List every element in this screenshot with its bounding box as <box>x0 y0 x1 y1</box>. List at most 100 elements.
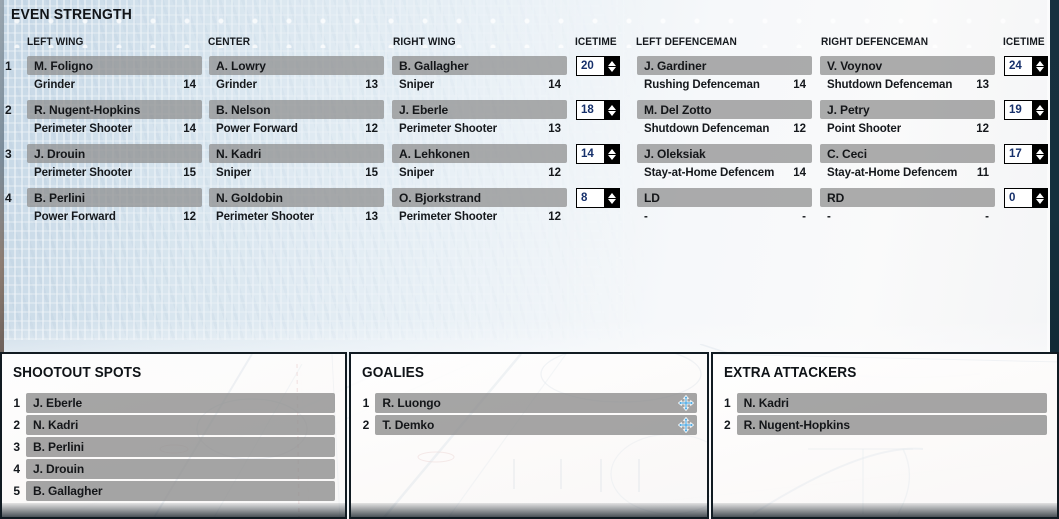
list-item-bar[interactable]: J. Eberle <box>26 393 336 413</box>
slot-right-defenceman-detail: Shutdown Defenceman 13 <box>820 77 995 93</box>
move-icon-svg <box>677 416 694 434</box>
chevron-down-icon[interactable] <box>607 198 616 204</box>
icetime-value[interactable]: 20 <box>577 57 604 75</box>
player-name: C. Ceci <box>827 146 867 161</box>
chevron-down-icon[interactable] <box>607 154 616 160</box>
slot-right-wing[interactable]: O. Bjorkstrand <box>392 188 567 207</box>
icetime-stepper-defence[interactable]: 17 <box>1004 144 1048 164</box>
extra-attackers-list: 1 N. Kadri 2 R. Nugent-Hopkins <box>713 392 1057 436</box>
chevron-up-icon[interactable] <box>1035 192 1044 198</box>
icetime-value[interactable]: 24 <box>1005 57 1032 75</box>
slot-left-wing[interactable]: R. Nugent-Hopkins <box>27 100 202 119</box>
slot-right-defenceman[interactable]: C. Ceci <box>820 144 995 163</box>
list-item-bar[interactable]: N. Kadri <box>736 393 1047 413</box>
slot-center[interactable]: N. Kadri <box>209 144 384 163</box>
list-item[interactable]: 2 R. Nugent-Hopkins <box>713 414 1057 436</box>
stepper-buttons[interactable] <box>604 189 619 207</box>
slot-left-defenceman[interactable]: J. Oleksiak <box>637 144 812 163</box>
chevron-down-icon[interactable] <box>1035 154 1044 160</box>
list-item[interactable]: 2 T. Demko <box>351 414 706 436</box>
chevron-down-icon[interactable] <box>1035 198 1044 204</box>
slot-left-wing[interactable]: M. Foligno <box>27 56 202 75</box>
panel-footer-shadow <box>351 503 707 517</box>
chevron-down-icon[interactable] <box>1035 110 1044 116</box>
chevron-down-icon[interactable] <box>1035 66 1044 72</box>
chevron-down-icon[interactable] <box>607 66 616 72</box>
chevron-up-icon[interactable] <box>1035 60 1044 66</box>
stepper-buttons[interactable] <box>1032 189 1047 207</box>
slot-right-wing[interactable]: B. Gallagher <box>392 56 567 75</box>
slot-center[interactable]: A. Lowry <box>209 56 384 75</box>
list-item[interactable]: 2 N. Kadri <box>2 414 345 436</box>
icetime-stepper-defence[interactable]: 19 <box>1004 100 1048 120</box>
slot-left-defenceman[interactable]: J. Gardiner <box>637 56 812 75</box>
move-icon[interactable] <box>677 416 694 434</box>
even-strength-section: EVEN STRENGTH LEFT WING CENTER RIGHT WIN… <box>0 0 1059 352</box>
icetime-value[interactable]: 18 <box>577 101 604 119</box>
slot-center[interactable]: B. Nelson <box>209 100 384 119</box>
chevron-up-icon[interactable] <box>1035 104 1044 110</box>
chevron-up-icon[interactable] <box>1035 148 1044 154</box>
icetime-value[interactable]: 17 <box>1005 145 1032 163</box>
icetime-stepper-defence[interactable]: 0 <box>1004 188 1048 208</box>
list-item-bar[interactable]: R. Nugent-Hopkins <box>736 415 1047 435</box>
chevron-down-icon[interactable] <box>607 110 616 116</box>
list-item-bar[interactable]: B. Perlini <box>26 437 336 457</box>
icetime-value[interactable]: 8 <box>577 189 604 207</box>
player-rating: 14 <box>793 79 806 91</box>
list-item[interactable]: 5 B. Gallagher <box>2 480 345 502</box>
list-item-bar[interactable]: R. Luongo <box>375 393 697 413</box>
list-item-number: 2 <box>13 418 20 432</box>
chevron-up-icon[interactable] <box>607 148 616 154</box>
stepper-buttons[interactable] <box>604 145 619 163</box>
list-item-bar[interactable]: J. Drouin <box>26 459 336 479</box>
list-item[interactable]: 4 J. Drouin <box>2 458 345 480</box>
icetime-stepper-forwards[interactable]: 14 <box>576 144 620 164</box>
chevron-up-icon[interactable] <box>607 192 616 198</box>
list-item[interactable]: 3 B. Perlini <box>2 436 345 458</box>
icetime-stepper-forwards[interactable]: 18 <box>576 100 620 120</box>
player-name: R. Luongo <box>382 396 441 410</box>
line-number: 2 <box>5 103 12 117</box>
icetime-value[interactable]: 0 <box>1005 189 1032 207</box>
stepper-buttons[interactable] <box>604 57 619 75</box>
player-type: Power Forward <box>34 211 116 223</box>
slot-left-wing[interactable]: J. Drouin <box>27 144 202 163</box>
icetime-stepper-forwards[interactable]: 20 <box>576 56 620 76</box>
player-rating: - <box>985 211 989 223</box>
icetime-stepper-forwards[interactable]: 8 <box>576 188 620 208</box>
slot-right-defenceman[interactable]: J. Petry <box>820 100 995 119</box>
stepper-buttons[interactable] <box>1032 57 1047 75</box>
icetime-value[interactable]: 19 <box>1005 101 1032 119</box>
player-name: N. Kadri <box>216 146 262 161</box>
stepper-buttons[interactable] <box>604 101 619 119</box>
list-item-bar[interactable]: B. Gallagher <box>26 481 336 501</box>
player-name: B. Perlini <box>34 190 86 205</box>
slot-center-detail: Sniper 15 <box>209 165 384 181</box>
player-type: - <box>827 211 831 223</box>
move-icon[interactable] <box>677 394 694 412</box>
slot-center[interactable]: N. Goldobin <box>209 188 384 207</box>
player-name: B. Gallagher <box>33 484 103 498</box>
slot-left-defenceman[interactable]: M. Del Zotto <box>637 100 812 119</box>
icetime-value[interactable]: 14 <box>577 145 604 163</box>
player-name: J. Drouin <box>34 146 86 161</box>
list-item[interactable]: 1 R. Luongo <box>351 392 706 414</box>
player-rating: 12 <box>976 123 989 135</box>
slot-right-defenceman[interactable]: V. Voynov <box>820 56 995 75</box>
slot-right-wing[interactable]: A. Lehkonen <box>392 144 567 163</box>
slot-right-defenceman[interactable]: RD <box>820 188 995 207</box>
slot-left-defenceman[interactable]: LD <box>637 188 812 207</box>
list-item-bar[interactable]: T. Demko <box>375 415 697 435</box>
list-item[interactable]: 1 N. Kadri <box>713 392 1057 414</box>
list-item-bar[interactable]: N. Kadri <box>26 415 336 435</box>
chevron-up-icon[interactable] <box>607 60 616 66</box>
player-rating: 11 <box>976 167 989 179</box>
list-item[interactable]: 1 J. Eberle <box>2 392 345 414</box>
icetime-stepper-defence[interactable]: 24 <box>1004 56 1048 76</box>
stepper-buttons[interactable] <box>1032 145 1047 163</box>
stepper-buttons[interactable] <box>1032 101 1047 119</box>
slot-left-wing[interactable]: B. Perlini <box>27 188 202 207</box>
slot-right-wing[interactable]: J. Eberle <box>392 100 567 119</box>
chevron-up-icon[interactable] <box>607 104 616 110</box>
